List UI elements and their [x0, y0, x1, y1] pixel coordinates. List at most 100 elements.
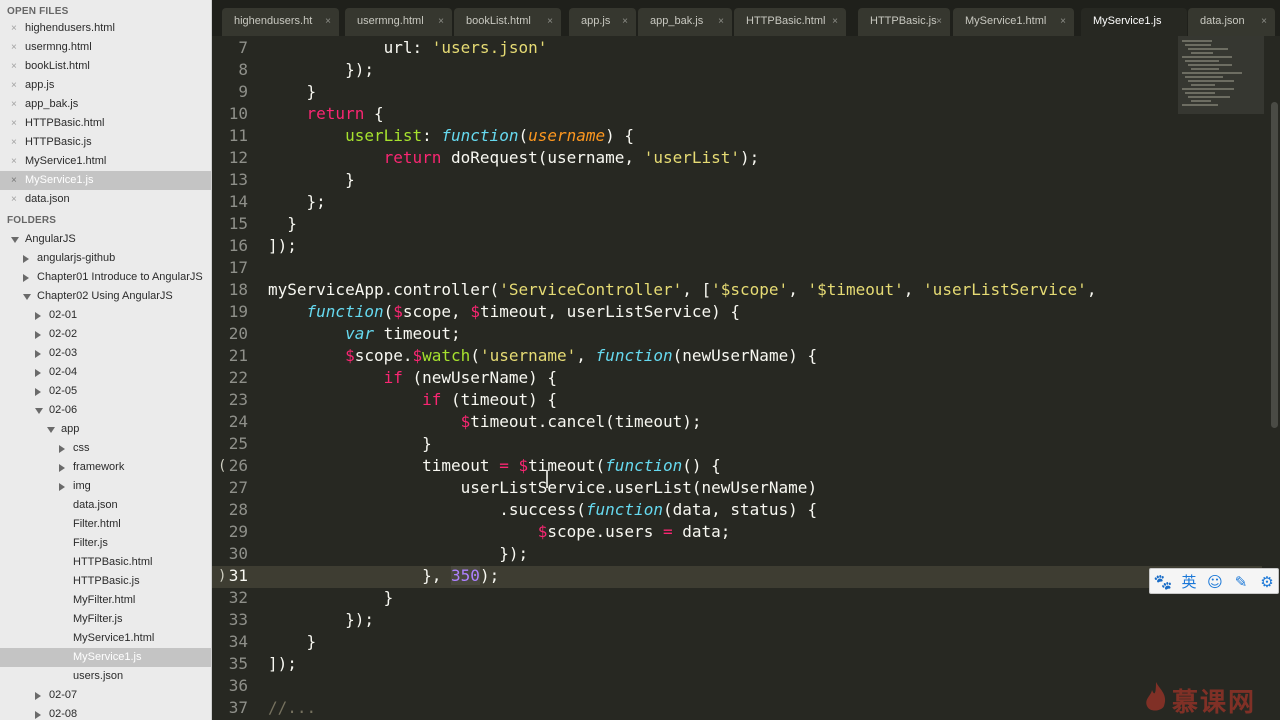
code-line[interactable]: $timeout.cancel(timeout);: [268, 412, 702, 431]
tab-close-icon[interactable]: ×: [1060, 8, 1066, 35]
code-line[interactable]: userListService.userList(newUserName): [268, 478, 817, 497]
code-line[interactable]: .success(function(data, status) {: [268, 500, 817, 519]
ime-toolbar[interactable]: 🐾 英 ☺ ✎ ⚙: [1149, 568, 1279, 594]
collapsed-arrow-icon[interactable]: [23, 255, 29, 263]
file-item[interactable]: Filter.js: [73, 534, 108, 553]
expanded-arrow-icon[interactable]: [11, 237, 19, 243]
open-file-item[interactable]: × MyService1.html: [0, 152, 211, 171]
file-item[interactable]: HTTPBasic.js: [73, 572, 140, 591]
close-file-icon[interactable]: ×: [11, 190, 17, 209]
collapsed-arrow-icon[interactable]: [59, 483, 65, 491]
code-line[interactable]: url: 'users.json': [268, 38, 548, 57]
code-line[interactable]: ]);: [268, 654, 297, 673]
tab[interactable]: MyService1.js: [1081, 8, 1187, 36]
tab-close-icon[interactable]: ×: [547, 8, 553, 35]
code-line[interactable]: myServiceApp.controller('ServiceControll…: [268, 280, 1096, 299]
folder-item[interactable]: 02-05: [49, 382, 77, 401]
open-file-item[interactable]: × HTTPBasic.html: [0, 114, 211, 133]
open-file-item[interactable]: × HTTPBasic.js: [0, 133, 211, 152]
code-line[interactable]: timeout = $timeout(function() {: [268, 456, 721, 475]
folder-item[interactable]: Chapter01 Introduce to AngularJS: [37, 268, 203, 287]
code-line[interactable]: userList: function(username) {: [268, 126, 634, 145]
code-line[interactable]: });: [268, 544, 528, 563]
folder-item[interactable]: framework: [73, 458, 124, 477]
collapsed-arrow-icon[interactable]: [35, 331, 41, 339]
expanded-arrow-icon[interactable]: [47, 427, 55, 433]
code-line[interactable]: }: [268, 214, 297, 233]
folder-item[interactable]: 02-08: [49, 705, 77, 720]
collapsed-arrow-icon[interactable]: [35, 388, 41, 396]
tab[interactable]: HTTPBasic.html ×: [734, 8, 846, 36]
file-item[interactable]: users.json: [73, 667, 123, 686]
minimap[interactable]: [1178, 36, 1266, 116]
code-line[interactable]: return doRequest(username, 'userList');: [268, 148, 760, 167]
tab-close-icon[interactable]: ×: [1261, 8, 1267, 35]
tab[interactable]: app_bak.js ×: [638, 8, 732, 36]
paw-icon[interactable]: 🐾: [1152, 571, 1174, 593]
code-line[interactable]: }: [268, 434, 432, 453]
open-file-item[interactable]: × app_bak.js: [0, 95, 211, 114]
collapsed-arrow-icon[interactable]: [35, 350, 41, 358]
collapsed-arrow-icon[interactable]: [35, 711, 41, 719]
code-line[interactable]: ]);: [268, 236, 297, 255]
fold-marker[interactable]: (: [218, 458, 226, 474]
code-line[interactable]: });: [268, 610, 374, 629]
pen-icon[interactable]: ✎: [1230, 571, 1252, 593]
tab-close-icon[interactable]: ×: [936, 8, 942, 35]
expanded-arrow-icon[interactable]: [23, 294, 31, 300]
close-file-icon[interactable]: ×: [11, 171, 17, 190]
code-line[interactable]: };: [268, 192, 326, 211]
close-file-icon[interactable]: ×: [11, 114, 17, 133]
tab-close-icon[interactable]: ×: [438, 8, 444, 35]
collapsed-arrow-icon[interactable]: [35, 369, 41, 377]
expanded-arrow-icon[interactable]: [35, 408, 43, 414]
code-line[interactable]: }: [268, 632, 317, 651]
file-item[interactable]: HTTPBasic.html: [73, 553, 152, 572]
collapsed-arrow-icon[interactable]: [35, 312, 41, 320]
folder-item[interactable]: AngularJS: [25, 230, 76, 249]
settings-gear-icon[interactable]: ⚙: [1256, 571, 1278, 593]
code-line[interactable]: }: [268, 82, 317, 101]
folder-item[interactable]: 02-01: [49, 306, 77, 325]
fold-marker[interactable]: ): [218, 568, 226, 584]
collapsed-arrow-icon[interactable]: [59, 464, 65, 472]
folder-item[interactable]: img: [73, 477, 91, 496]
code-line[interactable]: }: [268, 170, 355, 189]
file-item[interactable]: Filter.html: [73, 515, 121, 534]
code-line[interactable]: function($scope, $timeout, userListServi…: [268, 302, 741, 321]
file-item[interactable]: MyService1.js: [73, 648, 141, 667]
collapsed-arrow-icon[interactable]: [35, 692, 41, 700]
open-file-item[interactable]: × usermng.html: [0, 38, 211, 57]
folder-item[interactable]: Chapter02 Using AngularJS: [37, 287, 173, 306]
code-editor[interactable]: 7 8 9 10 11 12 13 14 15 16 17 18 19 20 21 22 23 24 25 26 27 2…: [212, 36, 1280, 720]
folder-item[interactable]: css: [73, 439, 90, 458]
tab[interactable]: HTTPBasic.js ×: [858, 8, 950, 36]
close-file-icon[interactable]: ×: [11, 133, 17, 152]
open-file-item[interactable]: × data.json: [0, 190, 211, 209]
tab-close-icon[interactable]: ×: [718, 8, 724, 35]
close-file-icon[interactable]: ×: [11, 76, 17, 95]
tab[interactable]: data.json ×: [1188, 8, 1275, 36]
file-item[interactable]: MyFilter.html: [73, 591, 135, 610]
close-file-icon[interactable]: ×: [11, 57, 17, 76]
folder-item[interactable]: 02-04: [49, 363, 77, 382]
lang-toggle[interactable]: 英: [1178, 571, 1200, 593]
collapsed-arrow-icon[interactable]: [23, 274, 29, 282]
folder-item[interactable]: 02-03: [49, 344, 77, 363]
code-line[interactable]: }: [268, 588, 394, 607]
code-line[interactable]: return {: [268, 104, 384, 123]
code-line[interactable]: if (newUserName) {: [268, 368, 557, 387]
code-line[interactable]: if (timeout) {: [268, 390, 557, 409]
code-line[interactable]: $scope.$watch('username', function(newUs…: [268, 346, 817, 365]
code-line[interactable]: });: [268, 60, 374, 79]
tab-close-icon[interactable]: ×: [622, 8, 628, 35]
folder-item[interactable]: 02-02: [49, 325, 77, 344]
tab[interactable]: app.js ×: [569, 8, 636, 36]
vertical-scrollbar[interactable]: [1271, 102, 1278, 428]
close-file-icon[interactable]: ×: [11, 152, 17, 171]
tab[interactable]: usermng.html ×: [345, 8, 452, 36]
folder-item[interactable]: angularjs-github: [37, 249, 115, 268]
folder-item[interactable]: app: [61, 420, 79, 439]
file-item[interactable]: MyFilter.js: [73, 610, 123, 629]
tab[interactable]: MyService1.html ×: [953, 8, 1074, 36]
